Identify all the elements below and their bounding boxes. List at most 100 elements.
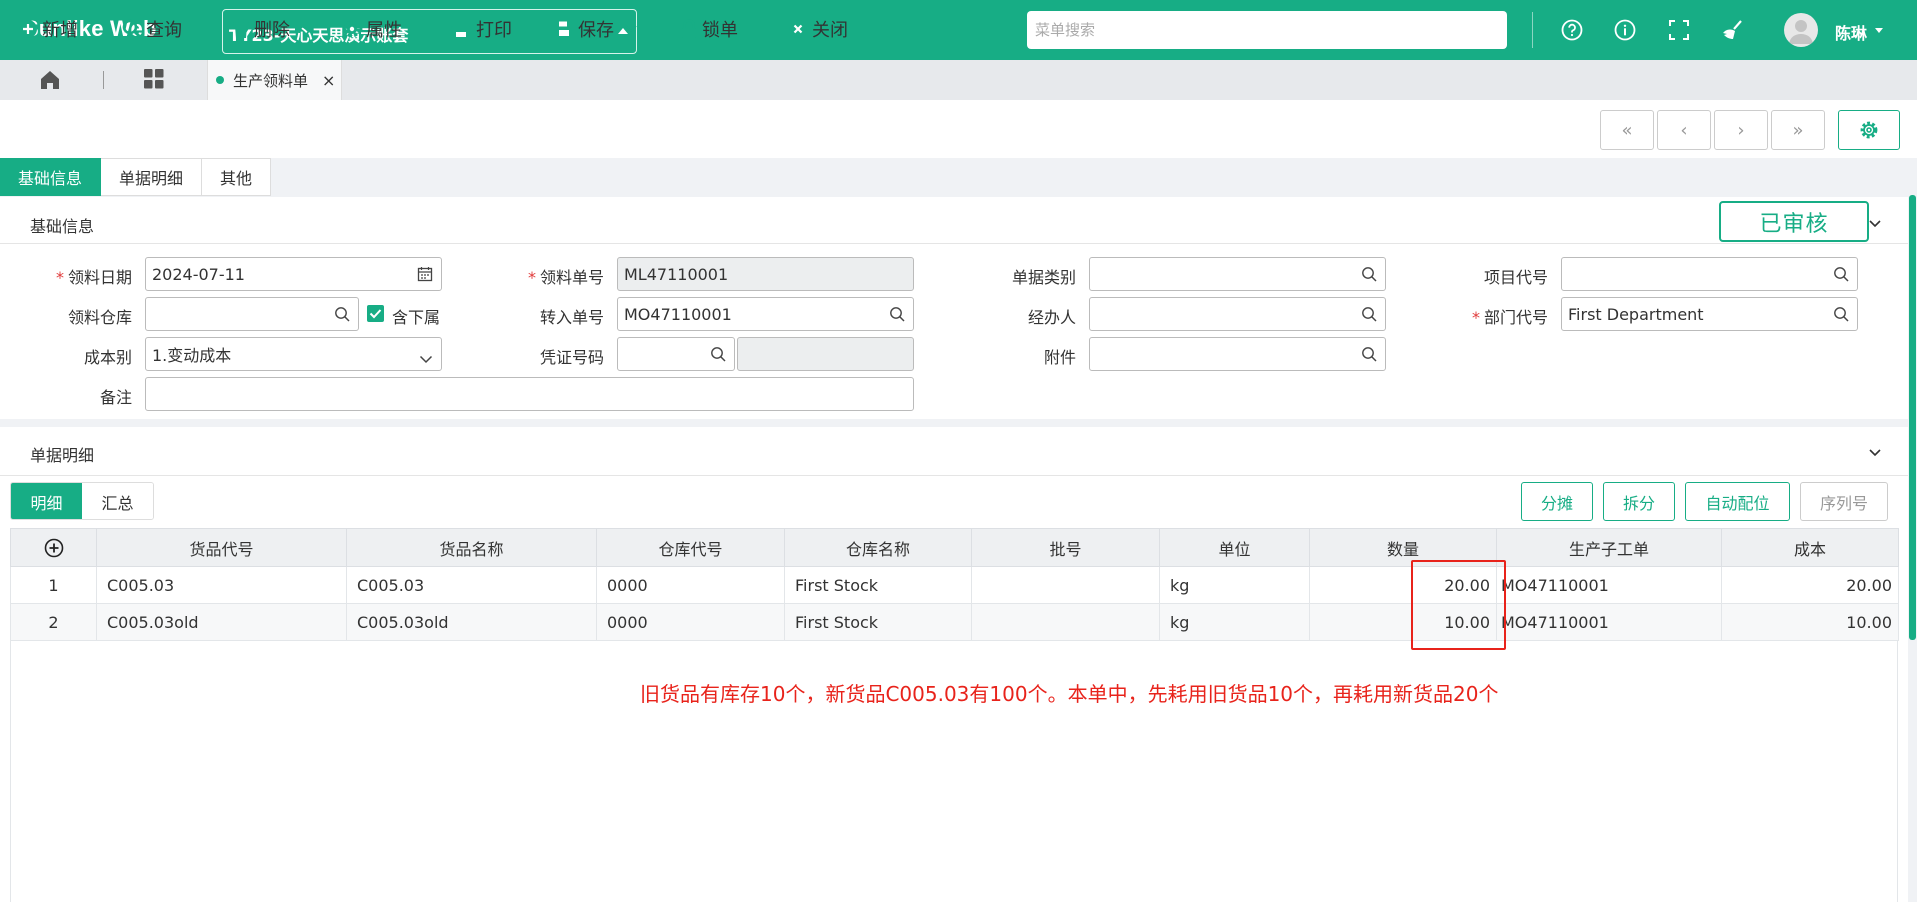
- save-button[interactable]: 保存: [554, 16, 642, 42]
- delete-button[interactable]: 删除: [232, 16, 290, 42]
- apps-grid-icon[interactable]: [143, 68, 165, 94]
- tab-basic-info[interactable]: 基础信息: [0, 158, 102, 196]
- col-cost[interactable]: 成本: [1721, 528, 1899, 567]
- include-sub-label[interactable]: 含下属: [392, 304, 440, 328]
- attachment-field[interactable]: [1089, 337, 1386, 371]
- doc-type-field[interactable]: [1089, 257, 1386, 291]
- lock-button[interactable]: 锁单: [680, 16, 738, 42]
- sub-work-order-cell[interactable]: MO47110001: [1496, 603, 1722, 641]
- search-icon[interactable]: [889, 306, 905, 326]
- chevron-down-icon[interactable]: [1875, 28, 1883, 33]
- warehouse-field[interactable]: [145, 297, 359, 331]
- save-button-label: 保存: [578, 20, 614, 41]
- search-icon[interactable]: [1833, 306, 1849, 326]
- batch-no-cell[interactable]: [971, 603, 1160, 641]
- tab-production-pick[interactable]: 生产领料单 ×: [207, 60, 342, 100]
- col-batch-no[interactable]: 批号: [971, 528, 1160, 567]
- tab-other[interactable]: 其他: [202, 158, 272, 196]
- print-button-label: 打印: [476, 20, 512, 41]
- warehouse-name-cell[interactable]: First Stock: [784, 603, 972, 641]
- close-icon[interactable]: ×: [322, 71, 335, 90]
- serial-no-button[interactable]: 序列号: [1800, 482, 1888, 521]
- search-icon[interactable]: [1361, 346, 1377, 366]
- warehouse-code-cell[interactable]: 0000: [596, 603, 785, 641]
- chevron-down-icon[interactable]: [1868, 444, 1882, 462]
- avatar[interactable]: [1784, 13, 1818, 47]
- item-name-cell[interactable]: C005.03: [346, 566, 597, 604]
- project-code-field[interactable]: [1561, 257, 1858, 291]
- required-mark: *: [55, 268, 64, 287]
- prev-record-button[interactable]: ‹: [1657, 110, 1711, 150]
- table-row[interactable]: 2 C005.03old C005.03old 0000 First Stock…: [10, 603, 1899, 641]
- sub-work-order-cell[interactable]: MO47110001: [1496, 566, 1722, 604]
- handler-field[interactable]: [1089, 297, 1386, 331]
- col-item-name[interactable]: 货品名称: [346, 528, 597, 567]
- add-row-header[interactable]: [10, 528, 97, 567]
- search-icon[interactable]: [710, 346, 726, 366]
- pick-date-field[interactable]: 2024-07-11: [145, 257, 442, 291]
- annotation-text: 旧货品有库存10个，新货品C005.03有100个。本单中，先耗用旧货品10个，…: [640, 682, 1499, 706]
- search-icon[interactable]: [1361, 266, 1377, 286]
- include-sub-checkbox[interactable]: [367, 305, 384, 322]
- project-code-label: 项目代号: [1483, 268, 1548, 287]
- allocate-button[interactable]: 分摊: [1521, 482, 1593, 521]
- add-button[interactable]: 新增: [18, 16, 78, 42]
- divider: [0, 243, 1908, 244]
- query-button[interactable]: 查询: [122, 16, 182, 42]
- split-button[interactable]: 拆分: [1603, 482, 1675, 521]
- col-item-code[interactable]: 货品代号: [96, 528, 347, 567]
- unit-cell[interactable]: kg: [1159, 603, 1310, 641]
- item-name-cell[interactable]: C005.03old: [346, 603, 597, 641]
- close-button[interactable]: 关闭: [788, 16, 848, 42]
- section-tabs: 基础信息 单据明细 其他: [0, 158, 272, 196]
- batch-no-cell[interactable]: [971, 566, 1160, 604]
- search-icon[interactable]: [1361, 306, 1377, 326]
- cost-cell[interactable]: 10.00: [1721, 603, 1899, 641]
- item-code-cell[interactable]: C005.03: [96, 566, 347, 604]
- warehouse-name-cell[interactable]: First Stock: [784, 566, 972, 604]
- table-row[interactable]: 1 C005.03 C005.03 0000 First Stock kg 20…: [10, 566, 1899, 604]
- remark-field[interactable]: [145, 377, 914, 411]
- tab-summary[interactable]: 汇总: [82, 483, 153, 519]
- dept-code-field[interactable]: First Department: [1561, 297, 1858, 331]
- tab-detail[interactable]: 单据明细: [101, 158, 203, 196]
- auto-locate-button[interactable]: 自动配位: [1685, 482, 1790, 521]
- col-warehouse-name[interactable]: 仓库名称: [784, 528, 972, 567]
- vertical-scrollbar[interactable]: [1908, 195, 1917, 902]
- menu-search-input[interactable]: [1027, 11, 1507, 49]
- chevron-down-icon[interactable]: [419, 350, 433, 369]
- next-record-button[interactable]: ›: [1714, 110, 1768, 150]
- first-record-button[interactable]: «: [1600, 110, 1654, 150]
- chevron-down-icon[interactable]: [1868, 215, 1882, 233]
- user-name[interactable]: 陈琳: [1835, 20, 1867, 44]
- help-icon[interactable]: [1560, 18, 1584, 42]
- row-number: 1: [10, 566, 97, 604]
- col-unit[interactable]: 单位: [1159, 528, 1310, 567]
- tab-detail-lines[interactable]: 明细: [11, 483, 82, 519]
- search-icon[interactable]: [1833, 266, 1849, 286]
- cost-type-select[interactable]: 1.变动成本: [145, 337, 442, 371]
- last-record-button[interactable]: »: [1771, 110, 1825, 150]
- unit-cell[interactable]: kg: [1159, 566, 1310, 604]
- add-button-label: 新增: [42, 20, 78, 41]
- pick-date-label-text: 领料日期: [67, 268, 132, 287]
- item-code-cell[interactable]: C005.03old: [96, 603, 347, 641]
- settings-button[interactable]: [1838, 110, 1900, 150]
- print-button[interactable]: 打印: [450, 16, 512, 42]
- fullscreen-icon[interactable]: [1667, 18, 1691, 42]
- search-icon[interactable]: [334, 306, 350, 326]
- transfer-no-field[interactable]: MO47110001: [617, 297, 914, 331]
- pick-date-label: * 领料日期: [50, 264, 132, 288]
- cost-cell[interactable]: 20.00: [1721, 566, 1899, 604]
- home-icon[interactable]: [38, 68, 62, 96]
- handler-label: 经办人: [1027, 308, 1076, 327]
- warehouse-code-cell[interactable]: 0000: [596, 566, 785, 604]
- col-warehouse-code[interactable]: 仓库代号: [596, 528, 785, 567]
- clean-cache-icon[interactable]: [1721, 18, 1745, 42]
- properties-button[interactable]: 属性: [342, 16, 402, 42]
- scrollbar-thumb[interactable]: [1909, 195, 1916, 640]
- col-sub-work-order[interactable]: 生产子工单: [1496, 528, 1722, 567]
- info-icon[interactable]: [1613, 18, 1637, 42]
- calendar-icon[interactable]: [417, 266, 433, 286]
- voucher-no-field[interactable]: [617, 337, 735, 371]
